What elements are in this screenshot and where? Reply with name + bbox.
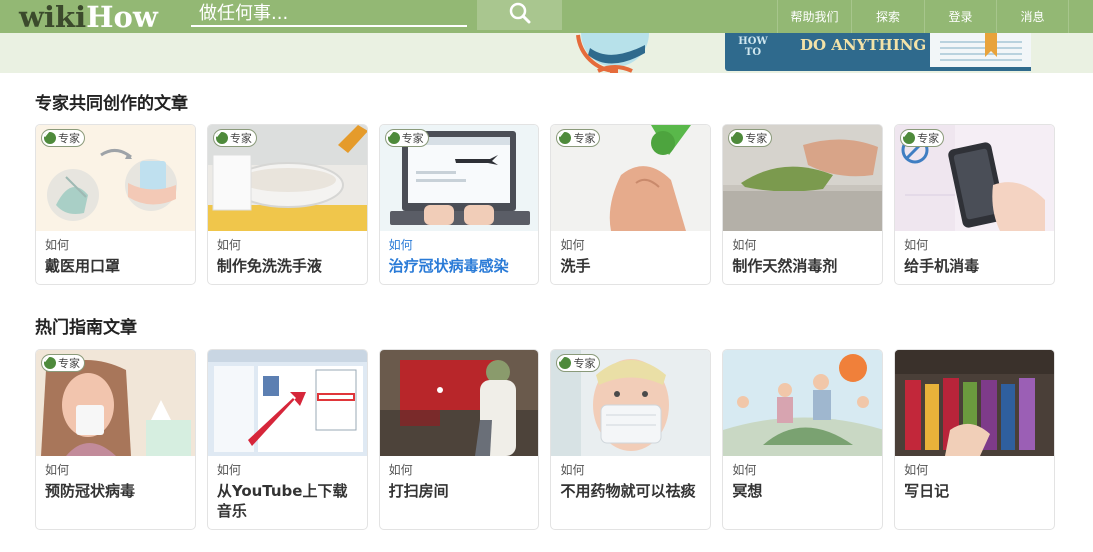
article-title[interactable]: 写日记 [895,478,1054,509]
book-pages [930,33,1031,71]
article-title[interactable]: 冥想 [723,478,882,509]
how-to-label: 如何 [732,238,757,252]
expert-badge: 专家 [728,129,773,147]
article-title[interactable]: 洗手 [551,253,710,284]
expert-badge: 专家 [384,129,429,147]
search-input[interactable] [191,1,467,27]
article-card[interactable]: 专家 如何 给手机消毒 [894,124,1055,285]
check-icon [557,130,572,144]
article-card[interactable]: 如何 打扫房间 [378,349,540,530]
wikihow-logo[interactable]: wiki How [19,0,158,34]
nav-help-us[interactable]: 帮助我们 [777,0,851,33]
nav-messages[interactable]: 消息 [996,0,1069,33]
how-to-label: 如何 [904,238,929,252]
check-icon [42,355,56,369]
thumbnail: 专家 [36,125,195,231]
article-title[interactable]: 戴医用口罩 [36,253,195,284]
article-title[interactable]: 治疗冠状病毒感染 [380,253,539,284]
article-card[interactable]: 如何 从YouTube上下载音乐 [206,349,368,530]
badge-label: 专家 [401,132,424,145]
how-to-label: 如何 [216,463,241,477]
badge-label: 专家 [58,357,80,370]
article-title[interactable]: 预防冠状病毒 [36,478,195,509]
thumbnail: 专家 [551,350,711,456]
check-icon [386,130,400,144]
check-icon [901,130,916,144]
article-card[interactable]: 专家 如何 预防冠状病毒 [35,349,196,530]
thumbnail [895,350,1054,456]
top-header: wikiHow 帮助我们 探索 登录 消息 [0,0,1093,34]
how-to-label: 如何 [560,238,585,252]
how-to-label: 如何 [45,463,70,477]
badge-label: 专家 [745,132,768,145]
check-icon [729,130,744,144]
article-card[interactable]: 专家 如何 不用药物就可以祛痰 [550,349,712,530]
nav-login[interactable]: 登录 [924,0,996,33]
article-title[interactable]: 打扫房间 [380,478,539,509]
thumbnail: 专家 [723,125,883,231]
popular-cards: 专家 如何 预防冠状病毒 如何 从YouTube上下载音乐 如何 打扫房间 专家… [35,349,1055,530]
expert-badge: 专家 [556,129,601,147]
how-to-label: 如何 [388,463,413,477]
nav-explore[interactable]: 探索 [851,0,924,33]
article-title[interactable]: 从YouTube上下载音乐 [208,478,367,529]
thumbnail [379,350,539,456]
thumbnail: 专家 [379,125,539,231]
article-card[interactable]: 专家 如何 戴医用口罩 [35,124,196,285]
logo-wiki: wiki [19,0,87,34]
check-icon [557,355,572,369]
expert-badge: 专家 [41,354,85,372]
article-card[interactable]: 专家 如何 洗手 [550,124,712,285]
book-title: DO ANYTHING [800,36,927,54]
article-card[interactable]: 专家 如何 治疗冠状病毒感染 [378,124,540,285]
section-title-expert: 专家共同创作的文章 [35,94,188,114]
article-title[interactable]: 给手机消毒 [895,253,1054,284]
expert-badge: 专家 [556,354,601,372]
search-icon [509,2,531,28]
article-card[interactable]: 如何 写日记 [894,349,1055,530]
badge-label: 专家 [573,132,596,145]
book-how-to: HOW TO [738,36,768,58]
badge-label: 专家 [917,132,940,145]
expert-badge: 专家 [900,129,945,147]
thumbnail [207,350,367,456]
thumbnail: 专家 [895,125,1054,231]
how-to-label: 如何 [560,463,585,477]
badge-label: 专家 [229,132,252,145]
article-card[interactable]: 如何 冥想 [722,349,884,530]
section-title-popular: 热门指南文章 [35,318,137,338]
check-icon [214,130,228,144]
thumbnail: 专家 [207,125,367,231]
globe-illustration [576,33,649,73]
how-to-label: 如何 [388,238,413,252]
article-card[interactable]: 专家 如何 制作免洗洗手液 [206,124,368,285]
how-to-label: 如何 [732,463,757,477]
article-title[interactable]: 制作天然消毒剂 [723,253,882,284]
article-title[interactable]: 制作免洗洗手液 [208,253,367,284]
badge-label: 专家 [58,132,80,145]
top-nav: 帮助我们 探索 登录 消息 [777,0,1069,33]
search-button[interactable] [477,0,562,30]
thumbnail: 专家 [36,350,195,456]
expert-badge: 专家 [41,129,85,147]
check-icon [42,130,56,144]
hero-banner: HOW TO DO ANYTHING [0,33,1093,73]
logo-how: How [86,0,158,34]
expert-badge: 专家 [212,129,257,147]
badge-label: 专家 [573,357,596,370]
how-to-label: 如何 [216,238,241,252]
expert-cards: 专家 如何 戴医用口罩 专家 如何 制作免洗洗手液 专家 如何 治疗冠状病毒感染… [35,124,1055,285]
article-title[interactable]: 不用药物就可以祛痰 [551,478,710,509]
thumbnail: 专家 [551,125,711,231]
article-card[interactable]: 专家 如何 制作天然消毒剂 [722,124,884,285]
how-to-label: 如何 [45,238,70,252]
how-to-label: 如何 [904,463,929,477]
thumbnail [723,350,883,456]
